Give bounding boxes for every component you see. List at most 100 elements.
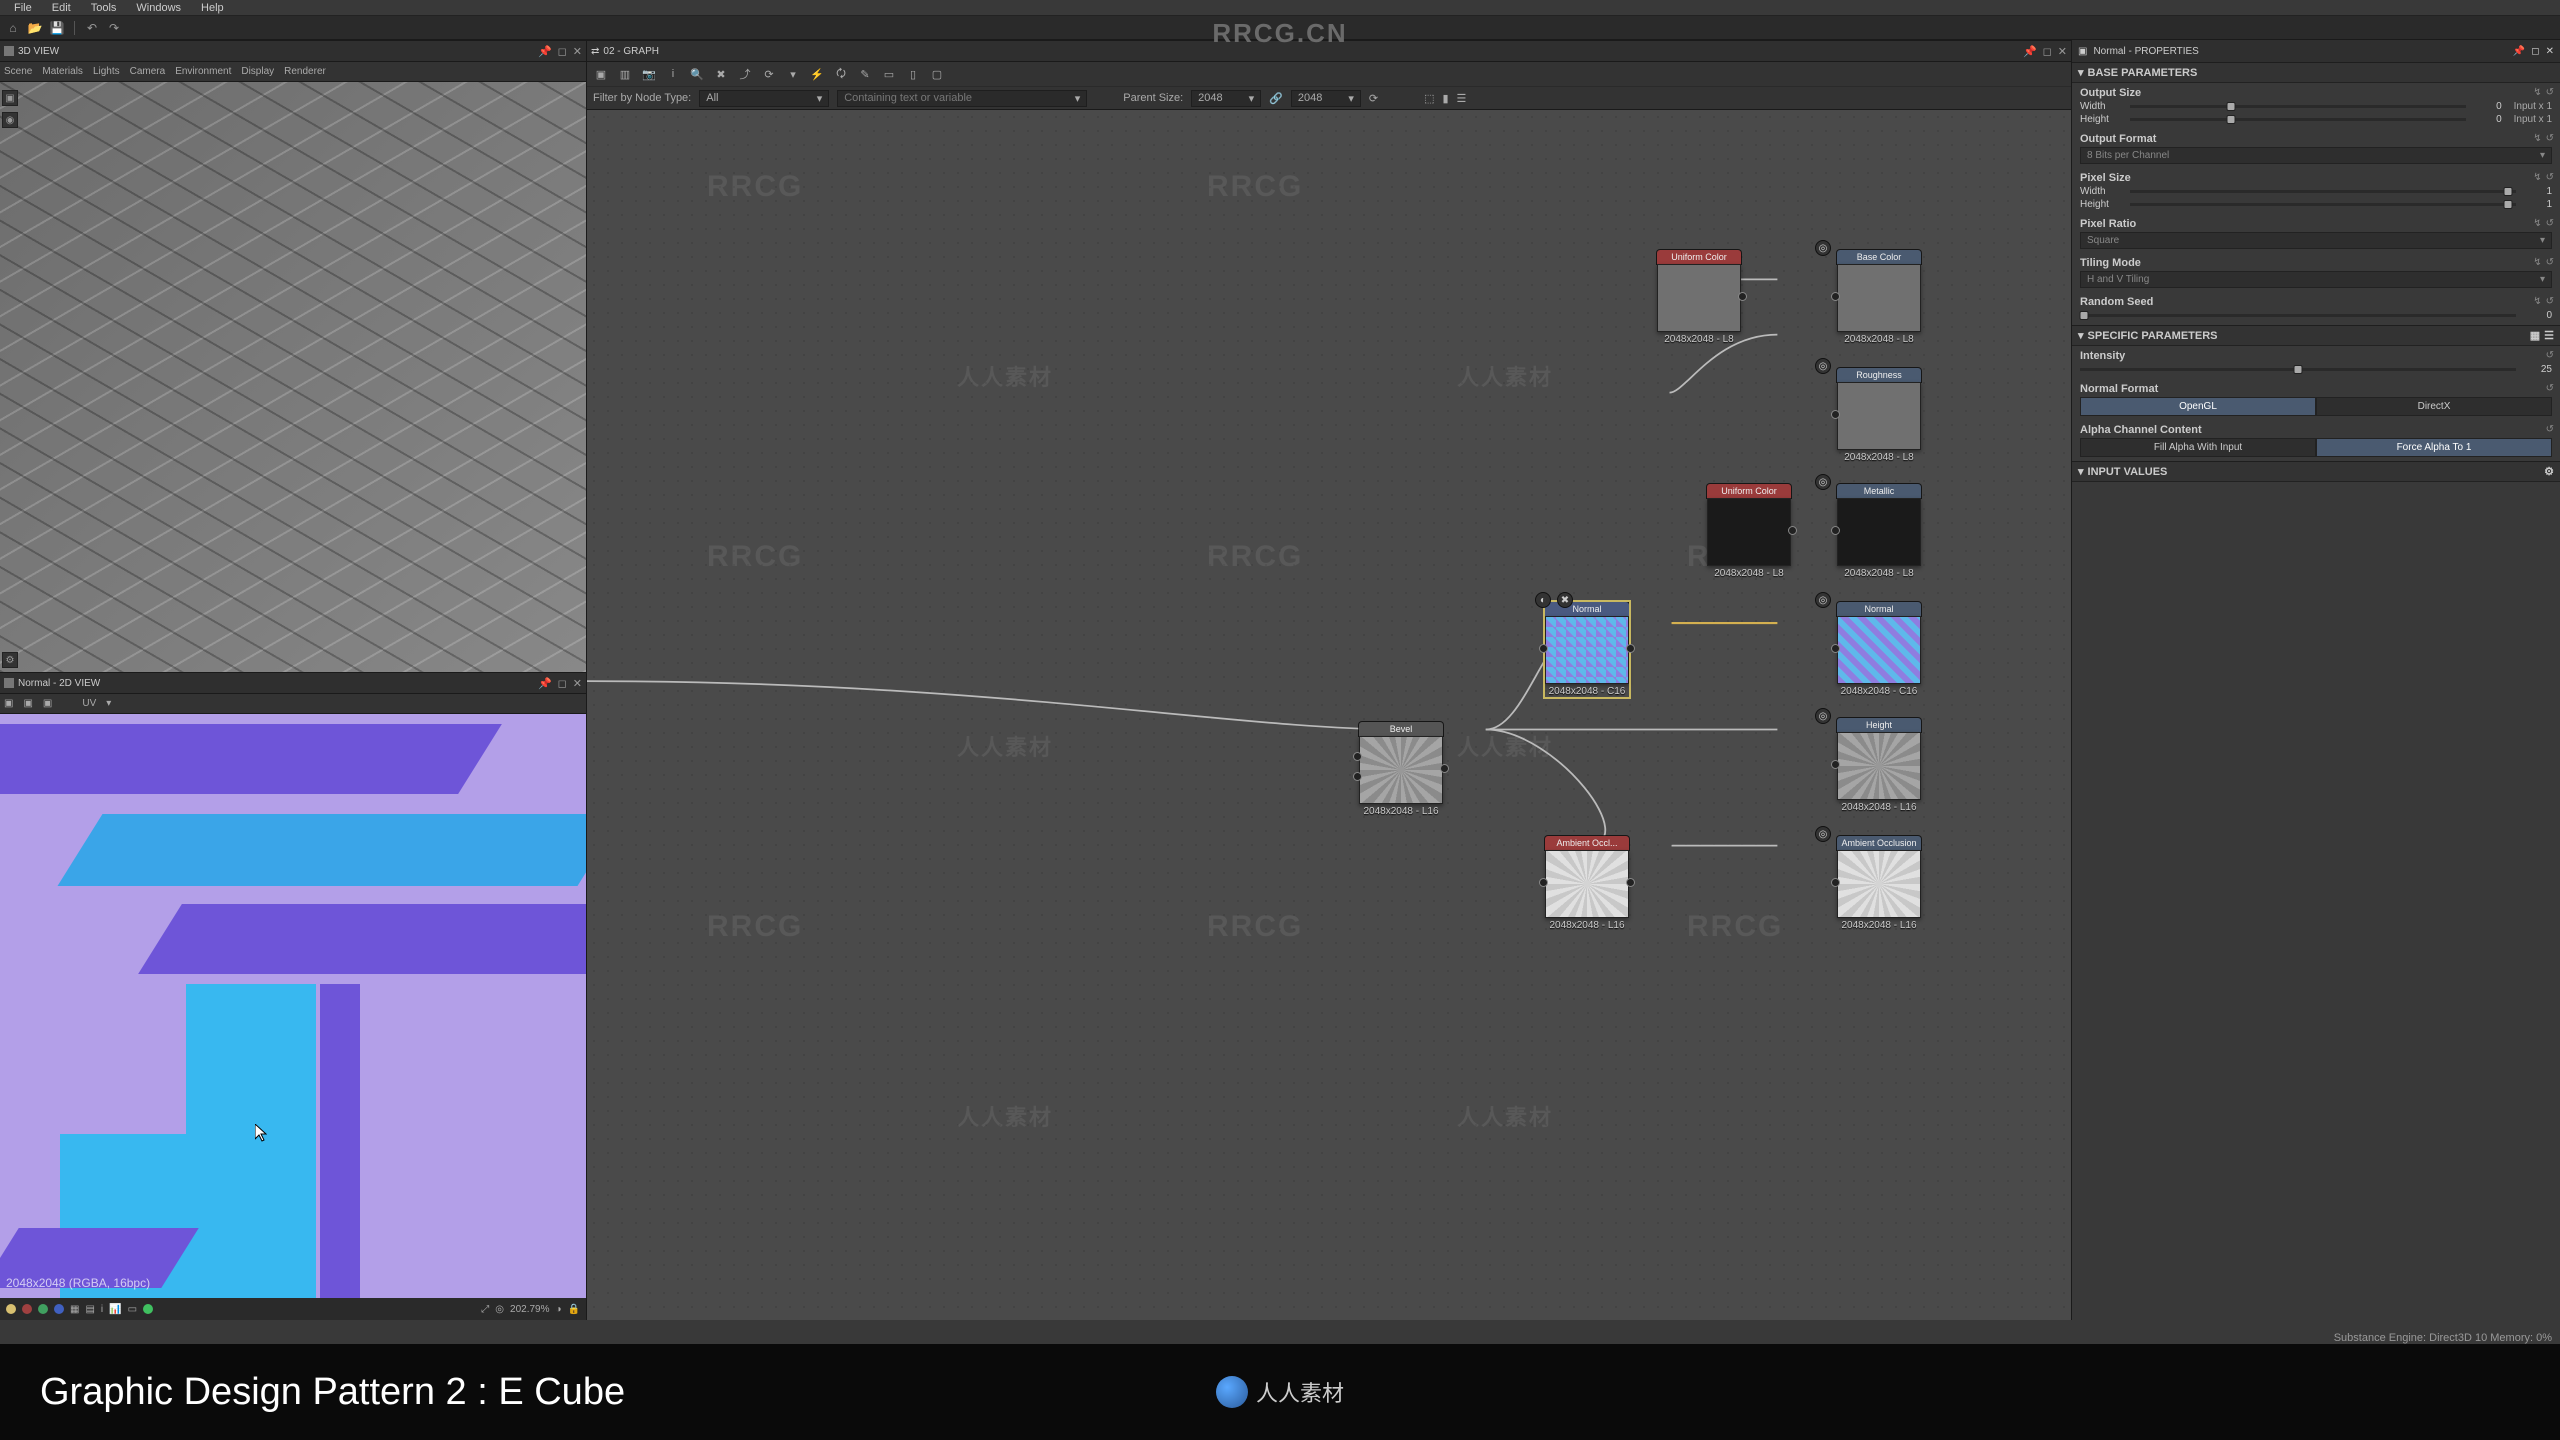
- dropdown-icon[interactable]: ▾: [785, 68, 801, 81]
- tab-lights[interactable]: Lights: [93, 66, 120, 77]
- node-uniform-color-1[interactable]: Uniform Color 2048x2048 - L8: [1657, 250, 1741, 345]
- chevron-down-icon[interactable]: ▾: [106, 698, 111, 709]
- node-out-basecolor[interactable]: Base Color 2048x2048 - L8 ◎: [1837, 250, 1921, 345]
- group-input-values[interactable]: ▾INPUT VALUES ⚙: [2072, 461, 2560, 482]
- alpha-segment[interactable]: Fill Alpha With Input Force Alpha To 1: [2080, 438, 2552, 457]
- hist-icon[interactable]: ▤: [85, 1304, 94, 1315]
- tab-display[interactable]: Display: [241, 66, 274, 77]
- reset-icon[interactable]: ↺: [2546, 218, 2554, 229]
- filter-type-combo[interactable]: All▾: [699, 90, 829, 107]
- menu-file[interactable]: File: [4, 2, 42, 14]
- reset-icon[interactable]: ↺: [2546, 133, 2554, 144]
- slider-intensity[interactable]: [2080, 368, 2516, 371]
- node-uniform-color-2[interactable]: Uniform Color 2048x2048 - L8: [1707, 484, 1791, 579]
- list-icon[interactable]: ☰: [2544, 329, 2554, 342]
- link-icon[interactable]: ↯: [2533, 296, 2541, 307]
- menu-windows[interactable]: Windows: [126, 2, 191, 14]
- search-icon[interactable]: 🔍: [689, 68, 705, 81]
- maximize-icon[interactable]: ◻: [558, 45, 567, 58]
- slider-width[interactable]: [2130, 105, 2466, 108]
- pin-icon[interactable]: 📌: [538, 45, 552, 58]
- wand-icon[interactable]: ✎: [857, 68, 873, 81]
- maximize-icon[interactable]: ◻: [2531, 46, 2539, 57]
- info-icon[interactable]: i: [665, 68, 681, 80]
- save-icon[interactable]: 💾: [50, 21, 64, 35]
- node-normal[interactable]: Normal 2048x2048 - C16 ◐ ✖: [1545, 602, 1629, 697]
- menu-edit[interactable]: Edit: [42, 2, 81, 14]
- link-icon[interactable]: ↯: [2533, 172, 2541, 183]
- tab-materials[interactable]: Materials: [42, 66, 83, 77]
- reset-icon[interactable]: ↺: [2546, 296, 2554, 307]
- tool-icon[interactable]: ▣: [4, 698, 13, 709]
- filter-search-input[interactable]: Containing text or variable▾: [837, 90, 1087, 107]
- view-icon[interactable]: ☰: [1457, 92, 1467, 105]
- share-icon[interactable]: ⤴: [737, 66, 753, 82]
- link-icon[interactable]: ↯: [2533, 87, 2541, 98]
- maximize-icon[interactable]: ◻: [558, 677, 567, 690]
- bolt-icon[interactable]: ⚡: [809, 68, 825, 81]
- maximize-icon[interactable]: ◻: [2043, 45, 2052, 58]
- link-icon[interactable]: ↯: [2533, 257, 2541, 268]
- pin-icon[interactable]: 📌: [2513, 46, 2525, 57]
- slider-pixel-width[interactable]: [2130, 190, 2516, 193]
- settings-tool-icon[interactable]: ⚙: [2, 652, 18, 668]
- channel-icon[interactable]: [6, 1304, 16, 1314]
- pin-icon[interactable]: 📌: [538, 677, 552, 690]
- grid-icon[interactable]: ▦: [70, 1304, 79, 1315]
- reset-icon[interactable]: ↺: [2546, 383, 2554, 394]
- reset-icon[interactable]: ↺: [2546, 87, 2554, 98]
- tool-icon[interactable]: ▣: [23, 698, 32, 709]
- refresh-icon[interactable]: ⟳: [761, 68, 777, 81]
- reset-icon[interactable]: ↺: [2546, 350, 2554, 361]
- group-specific-params[interactable]: ▾SPECIFIC PARAMETERS ▦ ☰: [2072, 325, 2560, 346]
- view-icon[interactable]: ⬚: [1424, 92, 1434, 105]
- tab-environment[interactable]: Environment: [175, 66, 231, 77]
- link-icon[interactable]: ↯: [2533, 218, 2541, 229]
- node-out-normal[interactable]: Normal 2048x2048 - C16 ◎: [1837, 602, 1921, 697]
- slider-random-seed[interactable]: [2080, 314, 2516, 317]
- pixel-ratio-combo[interactable]: Square▾: [2080, 232, 2552, 249]
- tiling-combo[interactable]: H and V Tiling▾: [2080, 271, 2552, 288]
- layout-icon[interactable]: ▥: [617, 68, 633, 81]
- close-icon[interactable]: ✖: [713, 68, 729, 81]
- fit-icon[interactable]: ⤢: [481, 1304, 489, 1315]
- node-out-ao[interactable]: Ambient Occlusion 2048x2048 - L16 ◎: [1837, 836, 1921, 931]
- close-icon[interactable]: ✕: [573, 677, 582, 690]
- redo-icon[interactable]: ↷: [107, 21, 121, 35]
- node-bevel[interactable]: Bevel 2048x2048 - L16: [1359, 722, 1443, 817]
- close-icon[interactable]: ✕: [2058, 45, 2067, 58]
- node-out-roughness[interactable]: Roughness 2048x2048 - L8 ◎: [1837, 368, 1921, 463]
- grid-icon[interactable]: ▦: [2530, 329, 2540, 342]
- zoom-icon[interactable]: ◑: [556, 1304, 562, 1315]
- menu-help[interactable]: Help: [191, 2, 234, 14]
- tool-icon[interactable]: ▣: [43, 698, 52, 709]
- viewport-2d[interactable]: 2048x2048 (RGBA, 16bpc): [0, 714, 586, 1298]
- channel-b-icon[interactable]: [54, 1304, 64, 1314]
- viewport-3d[interactable]: ▣ ◉ ⚙: [0, 82, 586, 672]
- normal-format-segment[interactable]: OpenGL DirectX: [2080, 397, 2552, 416]
- node-ao[interactable]: Ambient Occl... 2048x2048 - L16: [1545, 836, 1629, 931]
- close-icon[interactable]: ✕: [573, 45, 582, 58]
- home-icon[interactable]: ⌂: [6, 21, 20, 35]
- reload-icon[interactable]: 🗘: [833, 65, 849, 84]
- reset-icon[interactable]: ↺: [2546, 172, 2554, 183]
- node-out-height[interactable]: Height 2048x2048 - L16 ◎: [1837, 718, 1921, 813]
- info-icon[interactable]: i: [101, 1304, 103, 1315]
- node-out-metallic[interactable]: Metallic 2048x2048 - L8 ◎: [1837, 484, 1921, 579]
- tool-icon[interactable]: ▣: [593, 68, 609, 81]
- parent-size-combo[interactable]: 2048▾: [1191, 90, 1261, 107]
- graph-canvas[interactable]: RRCG RRCG RRCG RRCG RRCG RRCG RRCG RRCG …: [587, 110, 2071, 1320]
- close-icon[interactable]: ✕: [2546, 46, 2554, 57]
- channel-g-icon[interactable]: [38, 1304, 48, 1314]
- channel-r-icon[interactable]: [22, 1304, 32, 1314]
- camera-tool-icon[interactable]: ▣: [2, 90, 18, 106]
- light-tool-icon[interactable]: ◉: [2, 112, 18, 128]
- slider-height[interactable]: [2130, 118, 2466, 121]
- tool-icon[interactable]: ▯: [905, 68, 921, 81]
- group-base-params[interactable]: ▾BASE PARAMETERS: [2072, 62, 2560, 83]
- slider-pixel-height[interactable]: [2130, 203, 2516, 206]
- tab-scene[interactable]: Scene: [4, 66, 32, 77]
- pin-icon[interactable]: 📌: [2023, 45, 2037, 58]
- view-icon[interactable]: ▮: [1442, 92, 1448, 105]
- reset-icon[interactable]: ↺: [2546, 257, 2554, 268]
